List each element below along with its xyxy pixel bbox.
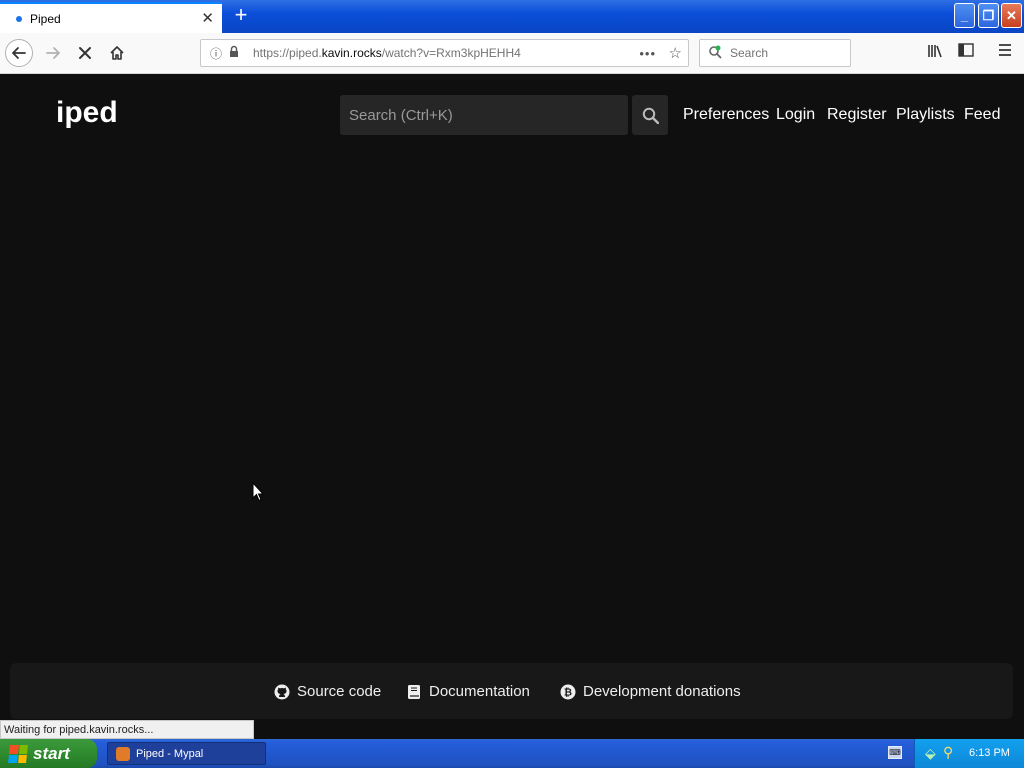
search-tray-icon[interactable]: ⚲ xyxy=(943,744,953,761)
browser-status-bar: Waiting for piped.kavin.rocks... xyxy=(0,720,254,739)
mouse-cursor-icon xyxy=(252,482,264,502)
lock-icon[interactable] xyxy=(225,45,243,61)
home-icon xyxy=(110,46,124,60)
nav-login[interactable]: Login xyxy=(776,106,815,124)
new-tab-button[interactable]: + xyxy=(229,4,253,28)
maximize-button[interactable]: ❐ xyxy=(978,3,999,28)
browser-navbar: ⓘ https://piped.kavin.rocks/watch?v=Rxm3… xyxy=(0,33,1024,74)
site-search-placeholder: Search (Ctrl+K) xyxy=(349,106,453,124)
nav-preferences[interactable]: Preferences xyxy=(683,106,769,124)
search-icon xyxy=(642,107,659,124)
site-search-button[interactable] xyxy=(632,95,668,135)
hamburger-icon[interactable] xyxy=(994,43,1016,63)
book-icon xyxy=(406,684,422,700)
url-bar[interactable]: ⓘ https://piped.kavin.rocks/watch?v=Rxm3… xyxy=(200,39,689,67)
footer-source-code-link[interactable]: Source code xyxy=(274,683,381,700)
github-icon xyxy=(274,684,290,700)
stop-button[interactable] xyxy=(71,39,99,67)
close-window-button[interactable]: ✕ xyxy=(1001,3,1022,28)
site-search-input[interactable]: Search (Ctrl+K) xyxy=(340,95,628,135)
browser-tab-strip: Piped ✕ + _ ❐ ✕ xyxy=(0,0,1024,33)
tab-title: Piped xyxy=(30,11,61,26)
url-text: https://piped.kavin.rocks/watch?v=Rxm3kp… xyxy=(253,46,521,60)
page-actions-icon[interactable]: ••• xyxy=(639,46,656,61)
browser-search-field[interactable]: Search xyxy=(699,39,851,67)
site-logo[interactable]: iped xyxy=(56,96,118,130)
system-tray: ⬙ ⚲ 6:13 PM xyxy=(914,739,1024,768)
start-button[interactable]: start xyxy=(0,739,97,768)
star-icon[interactable]: ☆ xyxy=(669,44,682,62)
taskbar: start Piped - Mypal ⌨ ⬙ ⚲ 6:13 PM xyxy=(0,739,1024,768)
start-label: start xyxy=(33,743,70,763)
windows-logo-icon xyxy=(8,744,28,763)
close-icon xyxy=(79,47,91,59)
forward-button[interactable] xyxy=(39,39,67,67)
home-button[interactable] xyxy=(103,39,131,67)
network-icon[interactable]: ⬙ xyxy=(925,745,936,762)
nav-playlists[interactable]: Playlists xyxy=(896,106,955,124)
tab-close-icon[interactable]: ✕ xyxy=(201,9,214,27)
tab-piped[interactable]: Piped ✕ xyxy=(0,2,222,33)
arrow-left-icon xyxy=(12,47,26,59)
footer-documentation-label: Documentation xyxy=(429,683,530,700)
minimize-button[interactable]: _ xyxy=(954,3,975,28)
bitcoin-icon: ₿ xyxy=(560,684,576,700)
taskbar-item-label: Piped - Mypal xyxy=(136,747,204,760)
back-button[interactable] xyxy=(5,39,33,67)
info-icon[interactable]: ⓘ xyxy=(207,45,225,62)
keyboard-layout-icon[interactable]: ⌨ xyxy=(888,746,902,759)
svg-text:₿: ₿ xyxy=(564,686,572,698)
sidebar-icon[interactable] xyxy=(955,43,977,63)
search-engine-icon xyxy=(708,45,722,62)
nav-register[interactable]: Register xyxy=(827,106,887,124)
tab-favicon-icon xyxy=(16,15,22,22)
footer-donations-link[interactable]: ₿ Development donations xyxy=(560,683,741,700)
library-icon[interactable] xyxy=(924,43,946,63)
nav-feed[interactable]: Feed xyxy=(964,106,1000,124)
footer-documentation-link[interactable]: Documentation xyxy=(406,683,530,700)
browser-search-placeholder: Search xyxy=(730,46,769,60)
arrow-right-icon xyxy=(46,47,60,59)
clock: 6:13 PM xyxy=(969,747,1010,759)
footer-donations-label: Development donations xyxy=(583,683,741,700)
taskbar-item-piped[interactable]: Piped - Mypal xyxy=(107,742,266,765)
mypal-app-icon xyxy=(116,746,130,761)
footer-source-code-label: Source code xyxy=(297,683,382,700)
